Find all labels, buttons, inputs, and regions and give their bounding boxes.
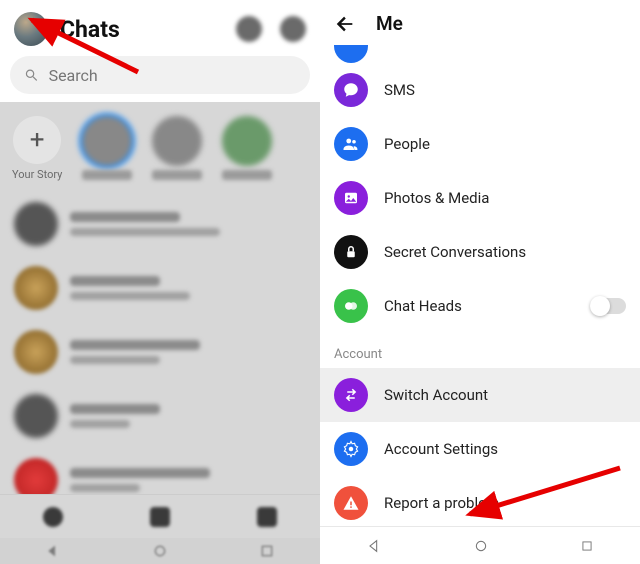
warning-icon	[334, 486, 368, 520]
nav-home-icon[interactable]	[152, 543, 168, 559]
row-sms[interactable]: SMS	[320, 63, 640, 117]
people-icon	[334, 127, 368, 161]
plus-icon: +	[13, 116, 61, 164]
nav-recent-icon[interactable]	[580, 539, 594, 553]
stories-row: + Your Story	[0, 102, 320, 186]
chat-heads-toggle[interactable]	[590, 298, 626, 314]
nav-back-icon[interactable]	[45, 543, 61, 559]
row-secret[interactable]: Secret Conversations	[320, 225, 640, 279]
row-label: SMS	[384, 81, 415, 99]
gear-icon	[334, 432, 368, 466]
tab-chats-icon[interactable]	[43, 507, 63, 527]
chat-row[interactable]	[0, 192, 320, 256]
nav-recent-icon[interactable]	[259, 543, 275, 559]
search-field[interactable]	[10, 56, 310, 94]
profile-avatar[interactable]	[14, 12, 48, 46]
switch-icon	[334, 378, 368, 412]
row-label: Switch Account	[384, 386, 488, 404]
row-chat-heads[interactable]: Chat Heads	[320, 279, 640, 333]
page-title: Me	[376, 12, 403, 35]
row-label: People	[384, 135, 430, 153]
row-report[interactable]: Report a problem	[320, 476, 640, 526]
search-input[interactable]	[49, 66, 296, 85]
chat-heads-icon	[334, 289, 368, 323]
row-switch-account[interactable]: Switch Account	[320, 368, 640, 422]
compose-icon[interactable]	[280, 16, 306, 42]
chat-row[interactable]	[0, 384, 320, 448]
chats-title: Chats	[60, 16, 120, 43]
section-account-label: Account	[320, 333, 640, 368]
photos-icon	[334, 181, 368, 215]
partial-row-icon	[334, 45, 368, 63]
tab-discover-icon[interactable]	[257, 507, 277, 527]
tab-people-icon[interactable]	[150, 507, 170, 527]
settings-header: Me	[320, 0, 640, 45]
story-item[interactable]	[222, 116, 272, 180]
row-label: Report a problem	[384, 494, 499, 512]
me-settings-screen: Me SMS People Photos & Media Secret Conv…	[320, 0, 640, 564]
your-story[interactable]: + Your Story	[12, 116, 62, 180]
row-account-settings[interactable]: Account Settings	[320, 422, 640, 476]
row-label: Chat Heads	[384, 297, 462, 315]
nav-home-icon[interactable]	[473, 538, 489, 554]
row-label: Account Settings	[384, 440, 498, 458]
your-story-label: Your Story	[12, 168, 62, 178]
back-arrow-icon[interactable]	[334, 13, 356, 35]
system-nav	[320, 526, 640, 564]
search-icon	[24, 67, 39, 83]
system-nav	[0, 538, 320, 564]
row-people[interactable]: People	[320, 117, 640, 171]
chats-screen: Chats + Your Story	[0, 0, 320, 564]
sms-icon	[334, 73, 368, 107]
row-label: Photos & Media	[384, 189, 489, 207]
camera-icon[interactable]	[236, 16, 262, 42]
row-photos[interactable]: Photos & Media	[320, 171, 640, 225]
nav-back-icon[interactable]	[366, 538, 382, 554]
row-label: Secret Conversations	[384, 243, 526, 261]
story-item[interactable]	[152, 116, 202, 180]
bottom-nav	[0, 494, 320, 538]
chat-row[interactable]	[0, 256, 320, 320]
chat-row[interactable]	[0, 320, 320, 384]
lock-icon	[334, 235, 368, 269]
story-item[interactable]	[82, 116, 132, 180]
